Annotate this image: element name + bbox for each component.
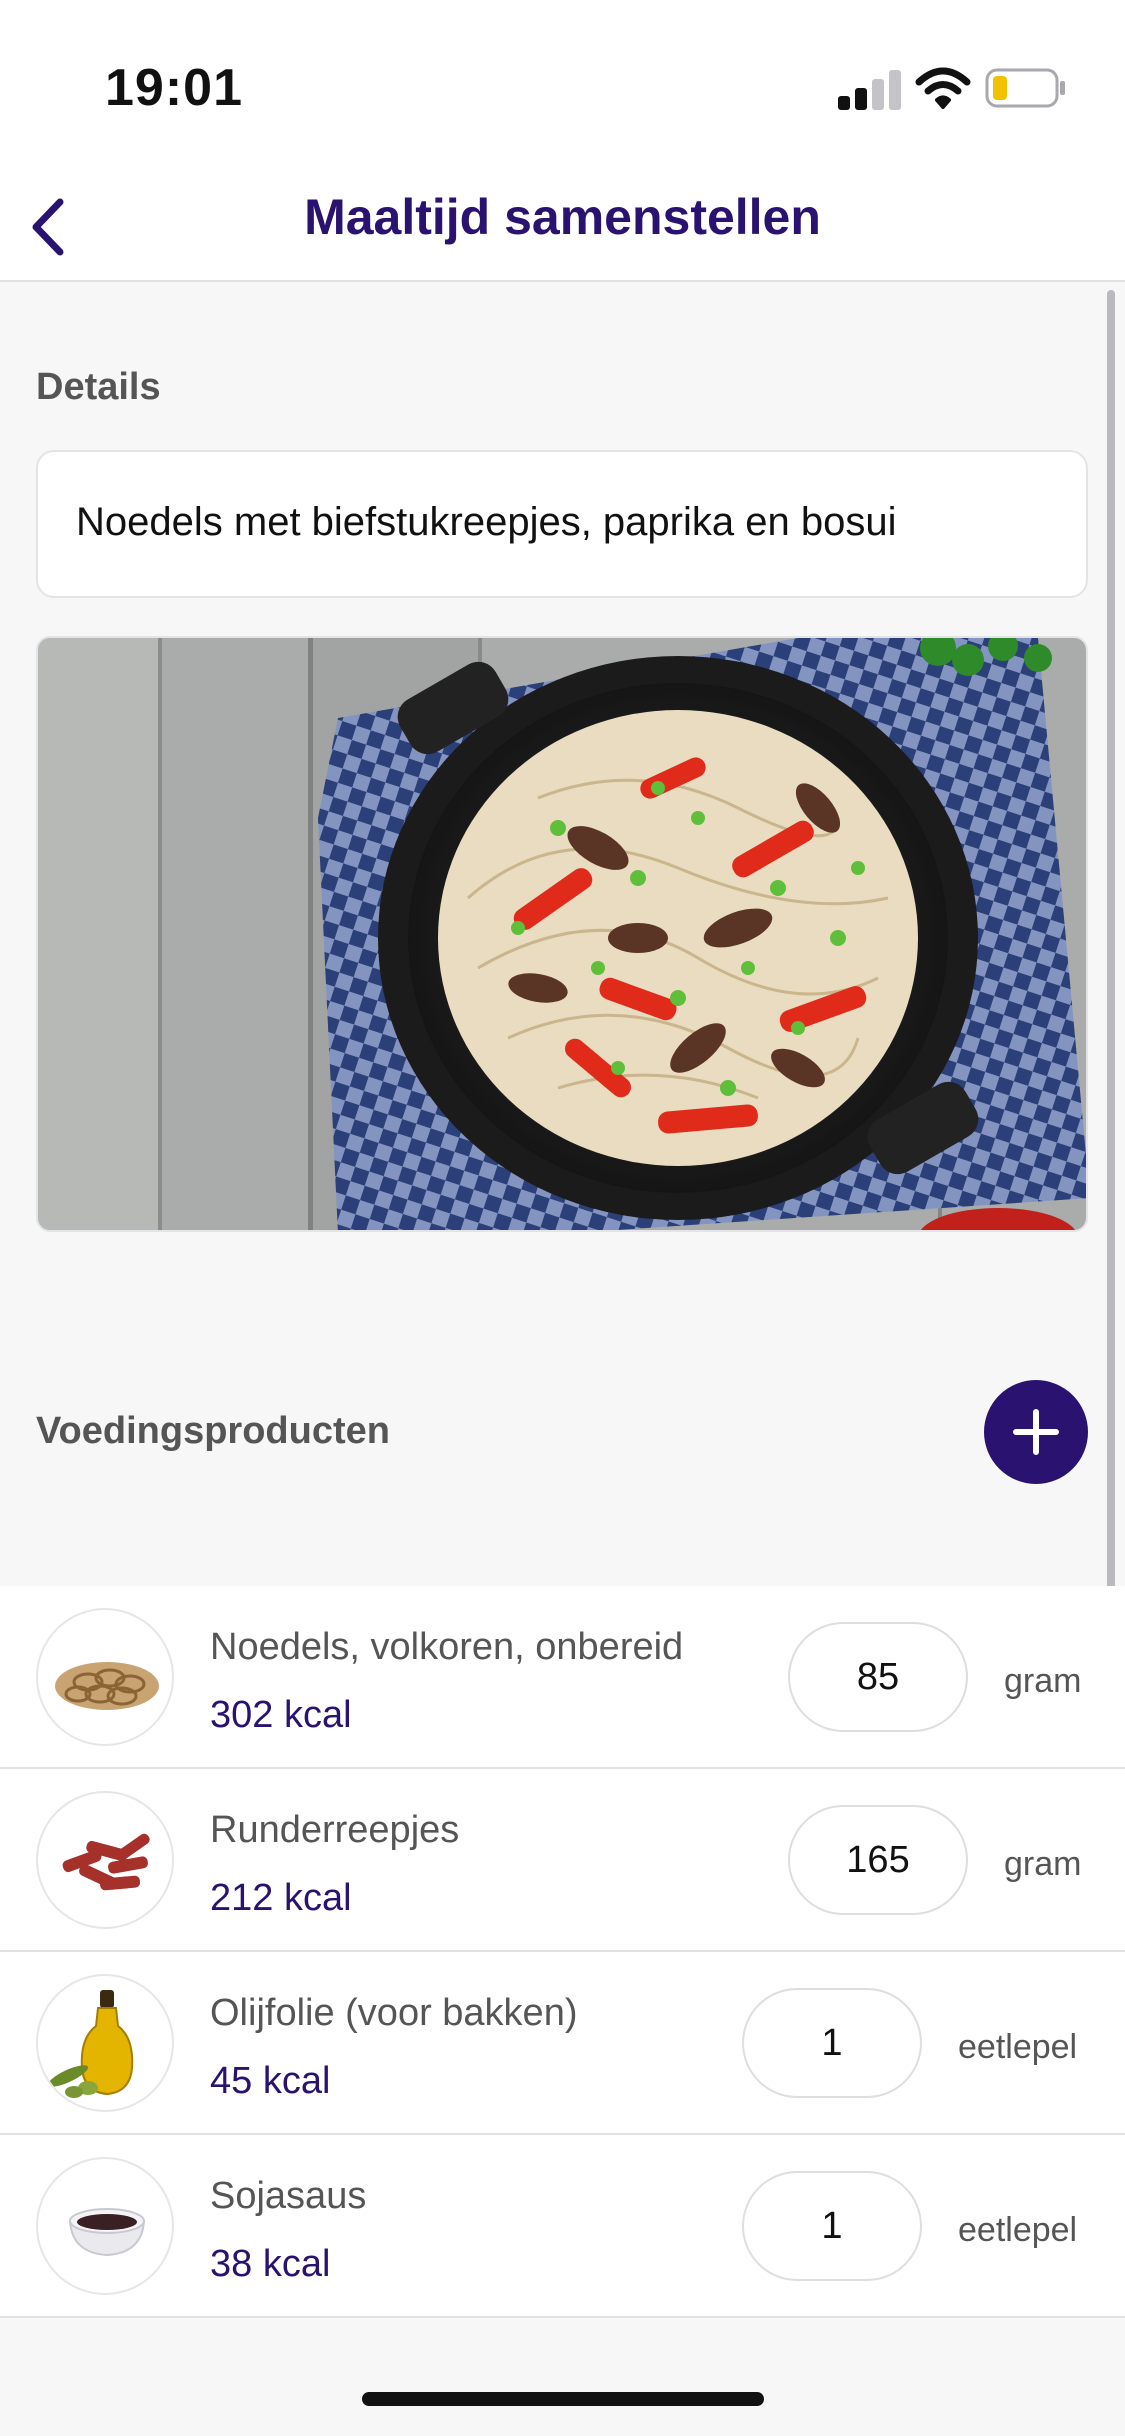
wifi-icon <box>915 66 971 110</box>
soy-sauce-icon <box>36 2157 174 2295</box>
scrollbar[interactable] <box>1107 290 1115 1590</box>
olive-oil-icon <box>36 1974 174 2112</box>
home-indicator[interactable] <box>362 2392 764 2406</box>
list-item[interactable]: Noedels, volkoren, onbereid 302 kcal 85 … <box>0 1586 1125 1769</box>
unit-label: eetlepel <box>958 2028 1078 2066</box>
details-heading: Details <box>36 366 161 408</box>
meal-name-value: Noedels met biefstukreepjes, paprika en … <box>76 500 897 544</box>
product-name: Olijfolie (voor bakken) <box>210 1992 578 2034</box>
unit-label: gram <box>1004 1845 1082 1883</box>
navigation-bar: Maaltijd samenstellen <box>0 170 1125 282</box>
list-item[interactable]: Olijfolie (voor bakken) 45 kcal 1 eetlep… <box>0 1952 1125 2135</box>
product-kcal: 38 kcal <box>210 2243 331 2285</box>
status-time: 19:01 <box>105 59 243 117</box>
plus-icon <box>1013 1409 1059 1455</box>
page-title: Maaltijd samenstellen <box>304 189 821 245</box>
product-kcal: 302 kcal <box>210 1694 352 1736</box>
product-name: Runderreepjes <box>210 1809 460 1851</box>
quantity-input[interactable]: 1 <box>742 1988 922 2098</box>
quantity-input[interactable]: 1 <box>742 2171 922 2281</box>
product-name: Sojasaus <box>210 2175 367 2217</box>
beef-strips-icon <box>36 1791 174 1929</box>
product-name: Noedels, volkoren, onbereid <box>210 1626 684 1668</box>
product-list: Noedels, volkoren, onbereid 302 kcal 85 … <box>0 1586 1125 2318</box>
list-item[interactable]: Sojasaus 38 kcal 1 eetlepel <box>0 2135 1125 2318</box>
meal-photo[interactable] <box>36 636 1088 1232</box>
cellular-signal-icon <box>838 70 902 110</box>
battery-icon <box>985 66 1067 110</box>
noodles-icon <box>36 1608 174 1746</box>
quantity-input[interactable]: 85 <box>788 1622 968 1732</box>
unit-label: eetlepel <box>958 2211 1078 2249</box>
product-kcal: 45 kcal <box>210 2060 331 2102</box>
meal-name-field[interactable]: Noedels met biefstukreepjes, paprika en … <box>36 450 1088 598</box>
unit-label: gram <box>1004 1662 1082 1700</box>
list-item[interactable]: Runderreepjes 212 kcal 165 gram <box>0 1769 1125 1952</box>
quantity-input[interactable]: 165 <box>788 1805 968 1915</box>
product-kcal: 212 kcal <box>210 1877 352 1919</box>
products-heading: Voedingsproducten <box>36 1410 390 1452</box>
status-bar: 19:01 <box>0 0 1125 170</box>
add-product-button[interactable] <box>984 1380 1088 1484</box>
